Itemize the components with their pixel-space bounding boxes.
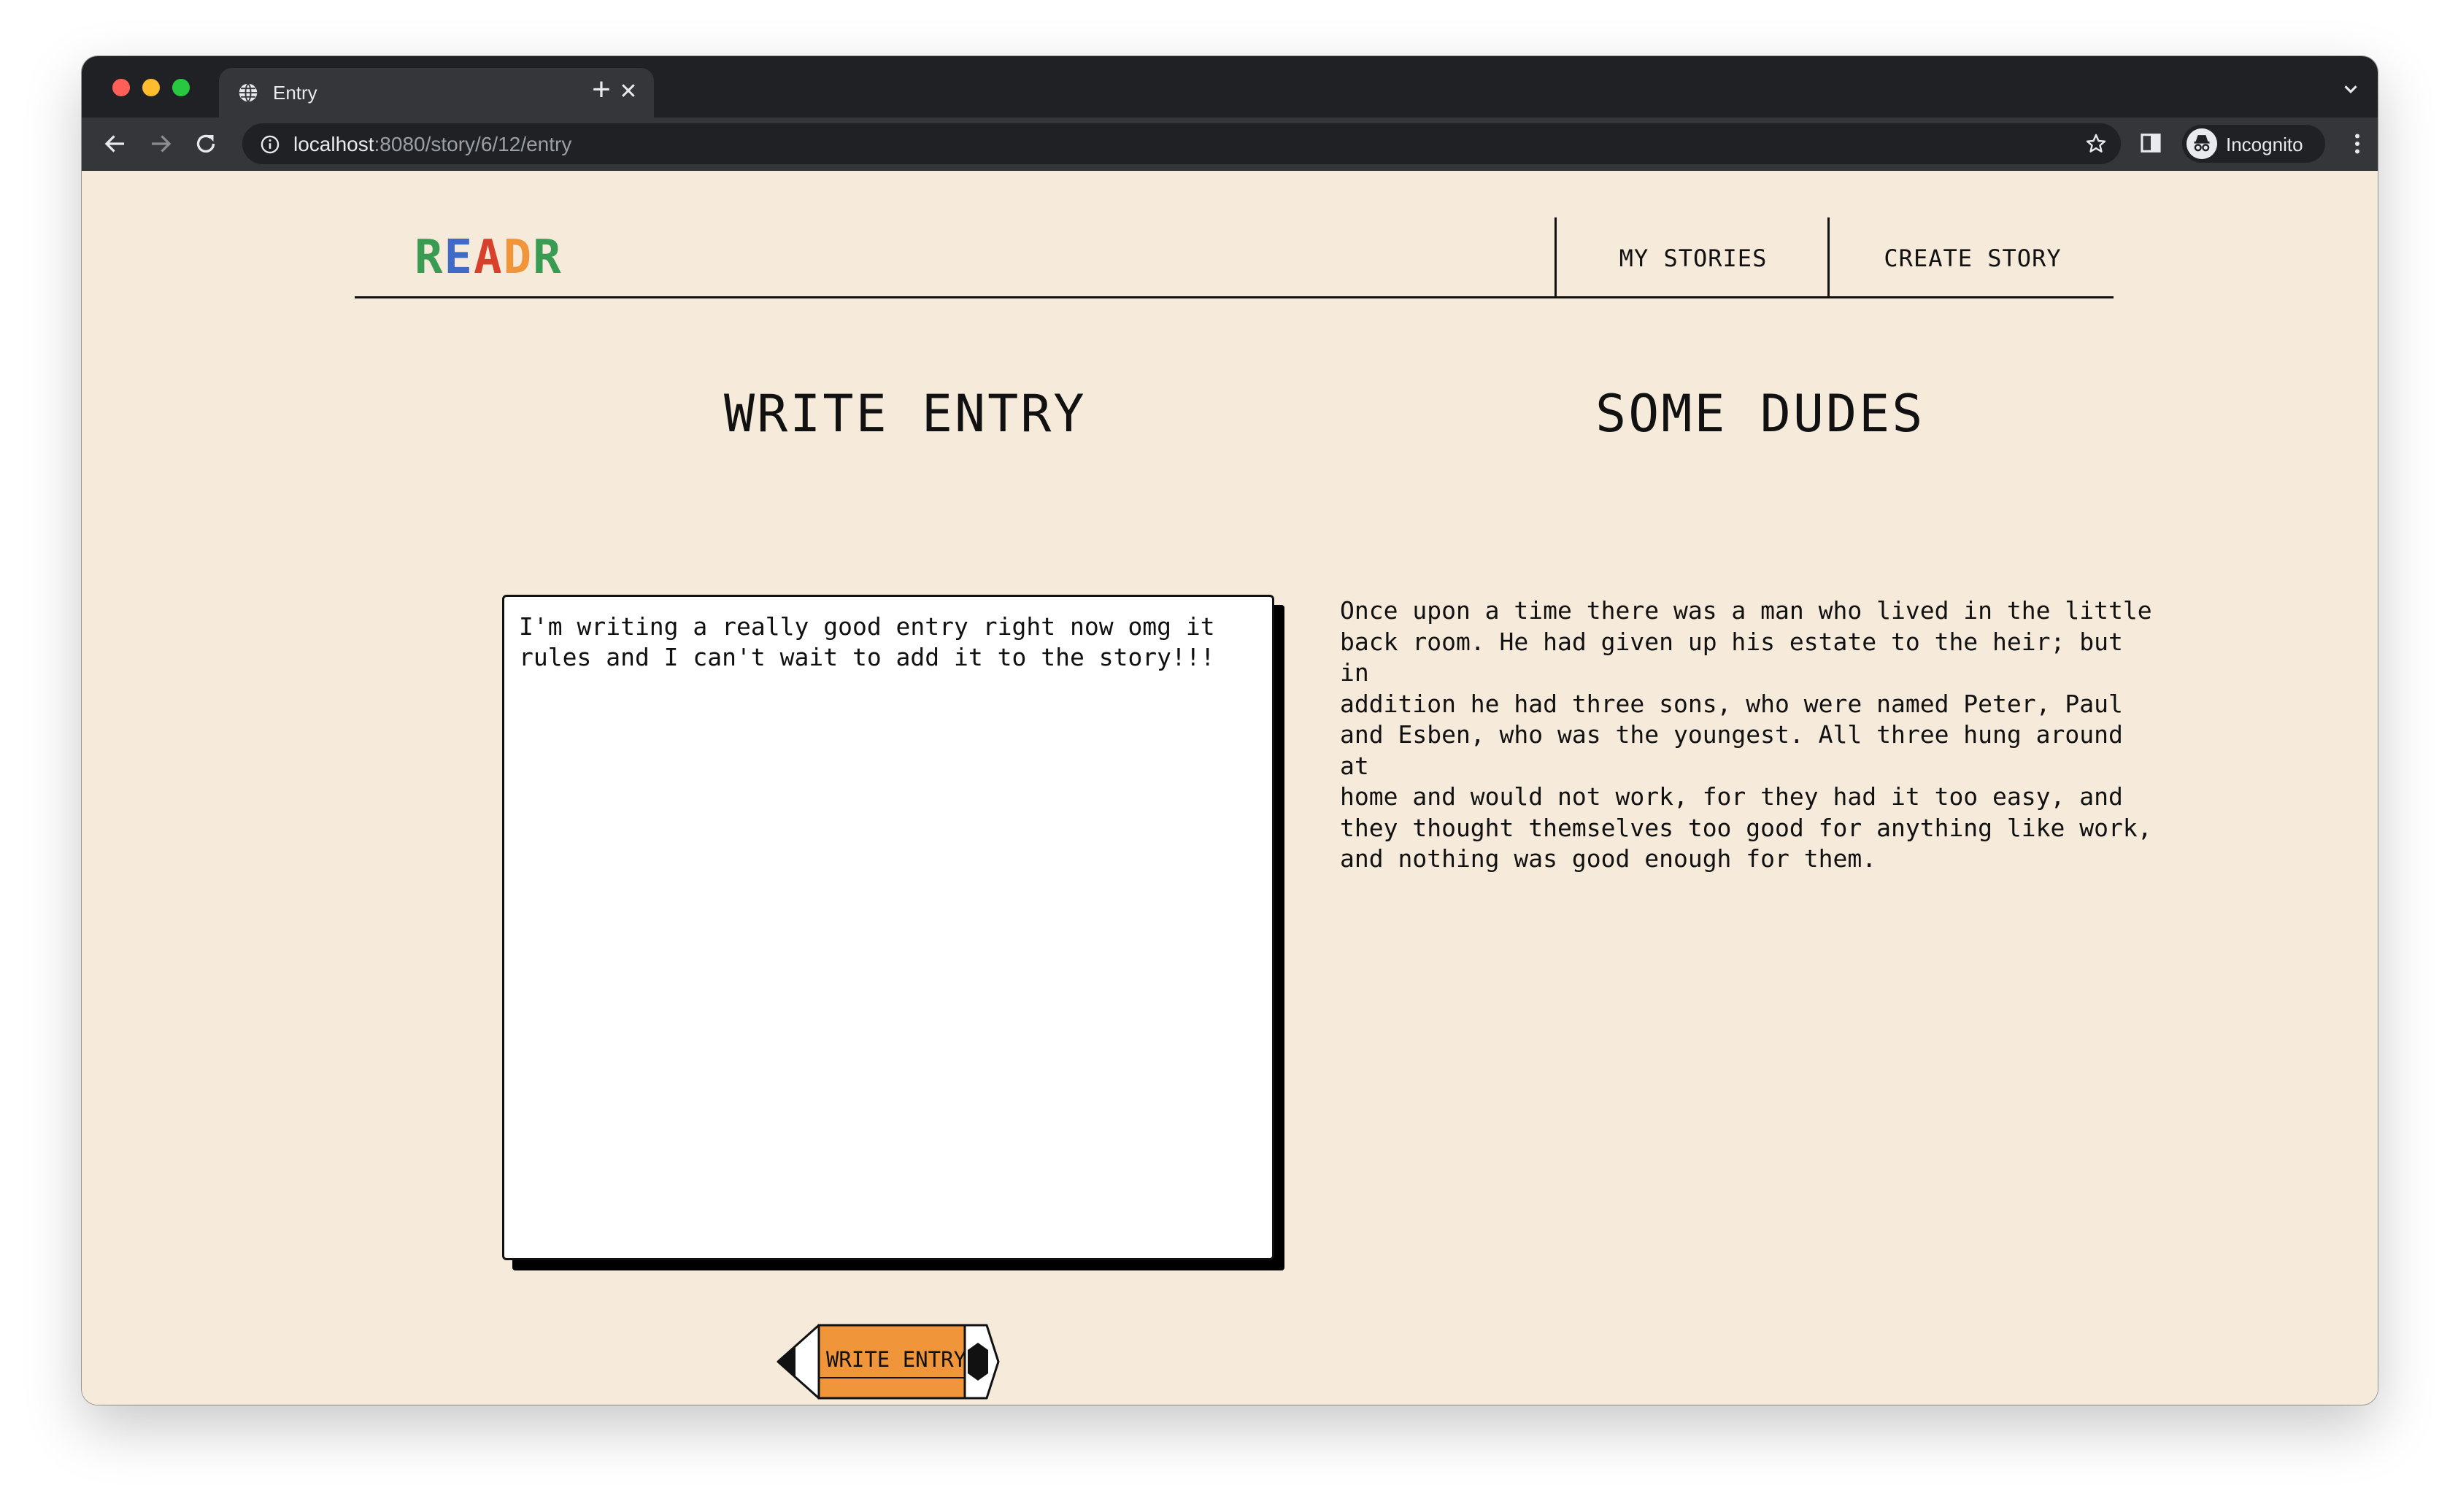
minimize-window-button[interactable] [142, 79, 160, 96]
site-header: READR MY STORIES CREATE STORY [355, 217, 2114, 298]
write-entry-heading: WRITE ENTRY [724, 384, 1087, 444]
web-page: READR MY STORIES CREATE STORY WRITE ENTR… [82, 171, 2378, 1405]
address-bar[interactable]: localhost:8080/story/6/12/entry [242, 123, 2121, 164]
story-text: Once upon a time there was a man who liv… [1340, 596, 2152, 873]
info-icon[interactable] [260, 134, 280, 155]
tab-bar: Entry ✕ + [82, 56, 2378, 117]
url-host: localhost [293, 133, 374, 155]
url-path: :8080/story/6/12/entry [374, 133, 572, 155]
close-window-button[interactable] [112, 79, 130, 96]
tab-title: Entry [273, 82, 317, 104]
entry-textarea[interactable]: I'm writing a really good entry right no… [502, 595, 1274, 1260]
write-entry-button[interactable]: WRITE ENTRY [775, 1322, 1001, 1401]
incognito-icon [2187, 128, 2217, 159]
incognito-profile-button[interactable]: Incognito [2182, 125, 2325, 163]
chevron-down-icon[interactable] [2340, 78, 2362, 100]
globe-icon [239, 83, 258, 102]
forward-arrow-icon[interactable] [147, 131, 174, 157]
logo-letter: A [474, 231, 504, 285]
new-tab-button[interactable]: + [585, 74, 617, 107]
back-arrow-icon[interactable] [102, 131, 128, 157]
browser-toolbar: localhost:8080/story/6/12/entry Incognit… [82, 117, 2378, 171]
logo-letter: D [503, 231, 533, 285]
side-panel-icon[interactable] [2138, 131, 2163, 155]
write-entry-button-label: WRITE ENTRY [825, 1347, 967, 1372]
logo-letter: R [415, 231, 444, 285]
logo-letter: R [533, 231, 563, 285]
browser-window: Entry ✕ + localhost:8080/story/6/12/entr… [82, 56, 2378, 1405]
reload-icon[interactable] [193, 131, 219, 157]
logo-letter: E [444, 231, 474, 285]
bookmark-star-icon[interactable] [2084, 132, 2108, 155]
nav-my-stories[interactable]: MY STORIES [1554, 217, 1830, 296]
maximize-window-button[interactable] [172, 79, 190, 96]
close-tab-icon[interactable]: ✕ [617, 81, 639, 103]
story-title: SOME DUDES [1595, 384, 1925, 444]
readr-logo[interactable]: READR [415, 225, 563, 290]
nav-create-story[interactable]: CREATE STORY [1827, 217, 2116, 296]
more-menu-icon[interactable] [2344, 131, 2370, 157]
incognito-label: Incognito [2226, 134, 2303, 155]
url-text: localhost:8080/story/6/12/entry [293, 133, 571, 156]
